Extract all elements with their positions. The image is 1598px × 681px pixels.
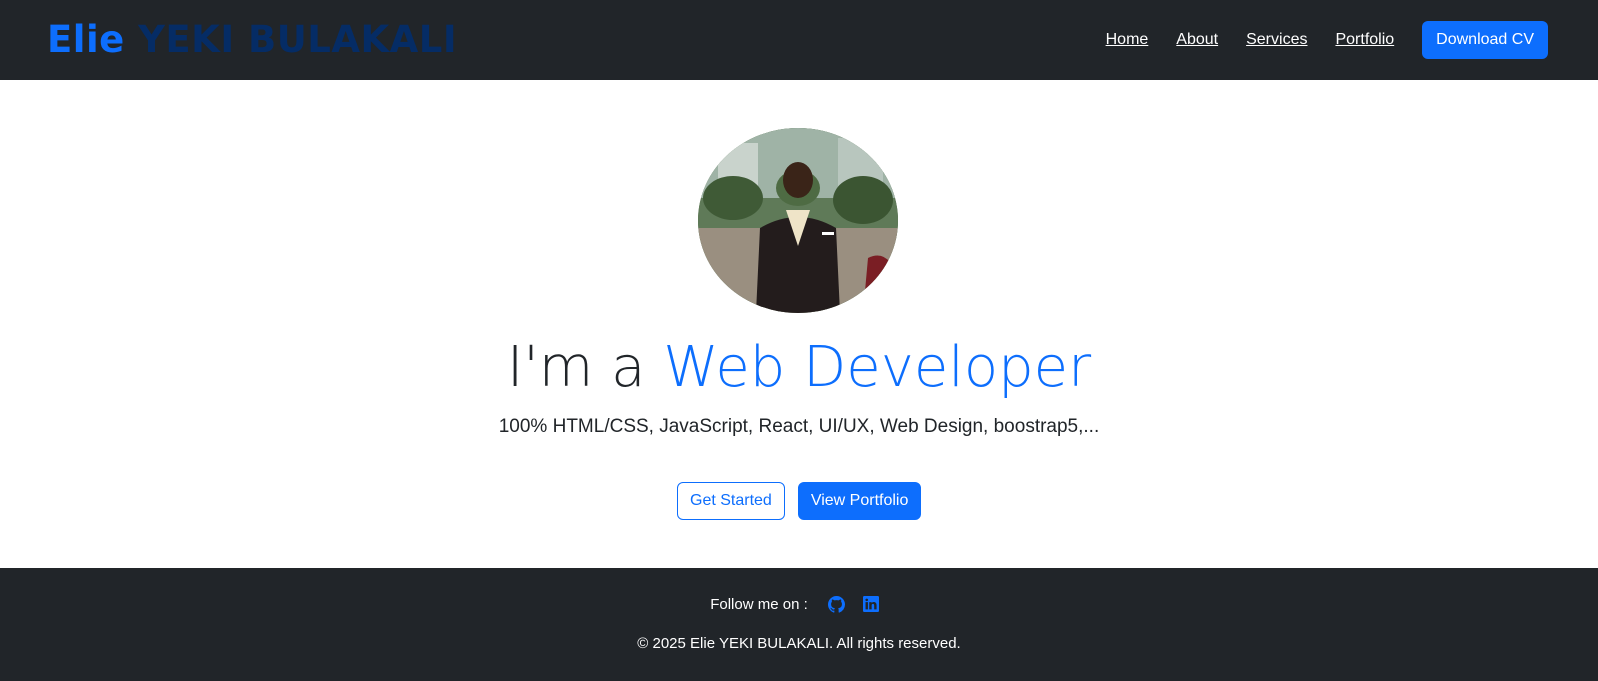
nav-link-home[interactable]: Home <box>1106 31 1149 49</box>
linkedin-icon[interactable] <box>862 595 880 613</box>
hero-actions: Get Started View Portfolio <box>677 482 922 520</box>
hero-section: I'm a Web Developer 100% HTML/CSS, JavaS… <box>0 80 1598 568</box>
nav-link-services[interactable]: Services <box>1246 31 1307 49</box>
brand-last-name: YEKI BULAKALI <box>124 18 458 61</box>
brand-first-name: Elie <box>47 18 125 61</box>
nav-link-portfolio[interactable]: Portfolio <box>1335 31 1394 49</box>
headline-accent: Web Developer <box>663 335 1092 400</box>
copyright-text: © 2025 Elie YEKI BULAKALI. All rights re… <box>637 635 961 652</box>
hero-headline: I'm a Web Developer <box>0 335 1598 400</box>
nav-link-about[interactable]: About <box>1176 31 1218 49</box>
get-started-button[interactable]: Get Started <box>677 482 785 520</box>
headline-prefix: I'm a <box>506 335 664 400</box>
nav-links: Home About Services Portfolio Download C… <box>1106 21 1548 59</box>
brand-logo[interactable]: Elie YEKI BULAKALI <box>47 18 457 61</box>
navbar: Elie YEKI BULAKALI Home About Services P… <box>0 0 1598 80</box>
footer: Follow me on : © 2025 Elie YEKI BULAKALI… <box>0 568 1598 681</box>
github-icon[interactable] <box>828 595 846 613</box>
profile-photo <box>698 128 898 313</box>
follow-label: Follow me on : <box>710 595 808 613</box>
follow-row: Follow me on : <box>0 595 1598 613</box>
hero-subline: 100% HTML/CSS, JavaScript, React, UI/UX,… <box>498 416 1100 437</box>
download-cv-button[interactable]: Download CV <box>1422 21 1548 59</box>
view-portfolio-button[interactable]: View Portfolio <box>797 482 922 520</box>
profile-avatar <box>698 128 898 313</box>
